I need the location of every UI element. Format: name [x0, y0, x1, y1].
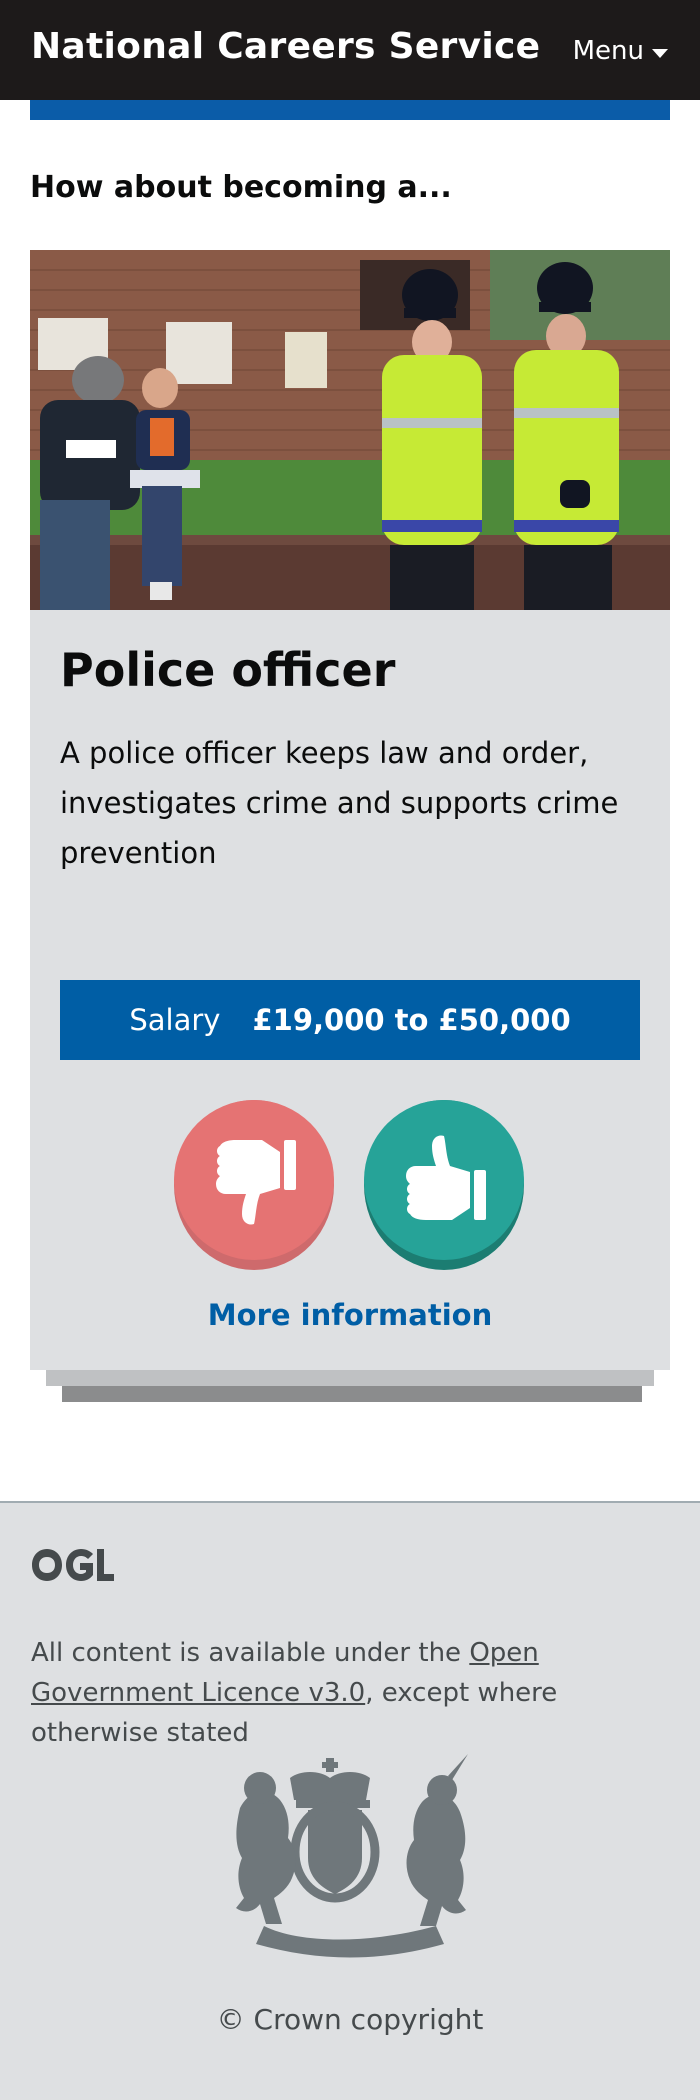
thumbs-down-icon: [216, 1140, 296, 1225]
royal-coat-of-arms-icon: [236, 1754, 468, 1958]
salary-value: £19,000 to £50,000: [252, 1003, 571, 1037]
more-information-link[interactable]: More information: [30, 1298, 670, 1332]
job-description: A police officer keeps law and order, in…: [60, 736, 619, 870]
section-heading: How about becoming a...: [30, 170, 452, 205]
site-header: National Careers Service Menu: [0, 0, 700, 100]
accent-strip: [30, 100, 670, 120]
chevron-down-icon: [652, 48, 668, 58]
like-button[interactable]: [364, 1100, 524, 1270]
dislike-button[interactable]: [174, 1100, 334, 1270]
menu-label: Menu: [572, 36, 644, 66]
ogl-logo-icon[interactable]: [31, 1547, 115, 1583]
card-stack-shadow: [46, 1370, 654, 1386]
salary-banner: Salary £19,000 to £50,000: [60, 980, 640, 1060]
job-photo: [30, 250, 670, 610]
licence-text: All content is available under the Open …: [31, 1633, 671, 1753]
site-footer: All content is available under the Open …: [0, 1501, 700, 2100]
job-card: Police officer A police officer keeps la…: [30, 250, 670, 1370]
salary-label: Salary: [129, 1003, 221, 1037]
card-stack-shadow-back: [62, 1386, 642, 1402]
copyright-notice: © Crown copyright: [0, 2003, 700, 2036]
job-title: Police officer: [60, 643, 396, 697]
licence-prefix: All content is available under the: [31, 1638, 470, 1668]
crown-copyright-link[interactable]: © Crown copyright: [217, 2003, 484, 2036]
menu-button[interactable]: Menu: [573, 36, 668, 66]
site-title-link[interactable]: National Careers Service: [31, 26, 540, 67]
thumbs-up-icon: [406, 1135, 486, 1220]
